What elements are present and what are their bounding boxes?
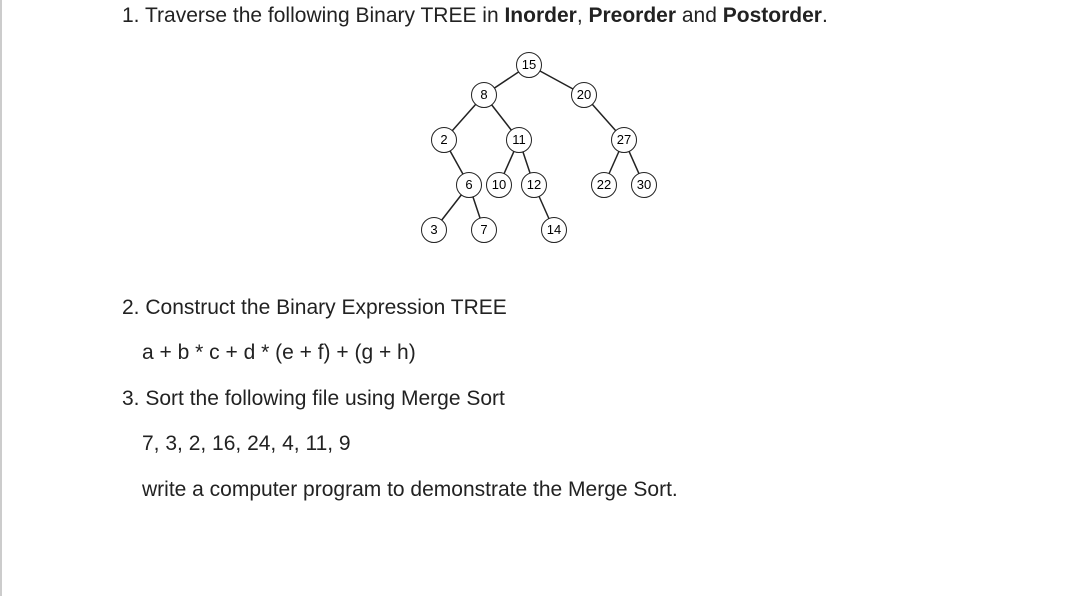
node-15: 15 <box>516 52 542 78</box>
q2-number: 2. <box>122 296 140 319</box>
node-20: 20 <box>571 82 597 108</box>
q3-program: write a computer program to demonstrate … <box>42 474 1040 506</box>
question-1: 1. Traverse the following Binary TREE in… <box>42 0 1040 32</box>
q3-text: Sort the following file using Merge Sort <box>145 387 505 410</box>
q1-postorder: Postorder <box>723 4 822 27</box>
node-22: 22 <box>591 172 617 198</box>
q3-data: 7, 3, 2, 16, 24, 4, 11, 9 <box>42 428 1040 460</box>
node-7: 7 <box>471 217 497 243</box>
node-2: 2 <box>431 127 457 153</box>
question-3: 3. Sort the following file using Merge S… <box>42 383 1040 415</box>
node-12: 12 <box>521 172 547 198</box>
node-8: 8 <box>471 82 497 108</box>
q1-pre: Traverse the following Binary TREE in <box>145 4 504 27</box>
question-2: 2. Construct the Binary Expression TREE <box>42 292 1040 324</box>
binary-tree-diagram: 15 8 20 2 11 27 6 10 12 22 30 3 7 14 <box>371 52 711 262</box>
q2-expression: a + b * c + d * (e + f) + (g + h) <box>42 337 1040 369</box>
node-10: 10 <box>486 172 512 198</box>
q2-text: Construct the Binary Expression TREE <box>145 296 506 319</box>
node-3: 3 <box>421 217 447 243</box>
q1-number: 1. <box>122 4 140 27</box>
node-6: 6 <box>456 172 482 198</box>
q1-inorder: Inorder <box>504 4 576 27</box>
q1-preorder: Preorder <box>588 4 676 27</box>
q3-number: 3. <box>122 387 140 410</box>
node-14: 14 <box>541 217 567 243</box>
node-27: 27 <box>611 127 637 153</box>
node-30: 30 <box>631 172 657 198</box>
node-11: 11 <box>506 127 532 153</box>
